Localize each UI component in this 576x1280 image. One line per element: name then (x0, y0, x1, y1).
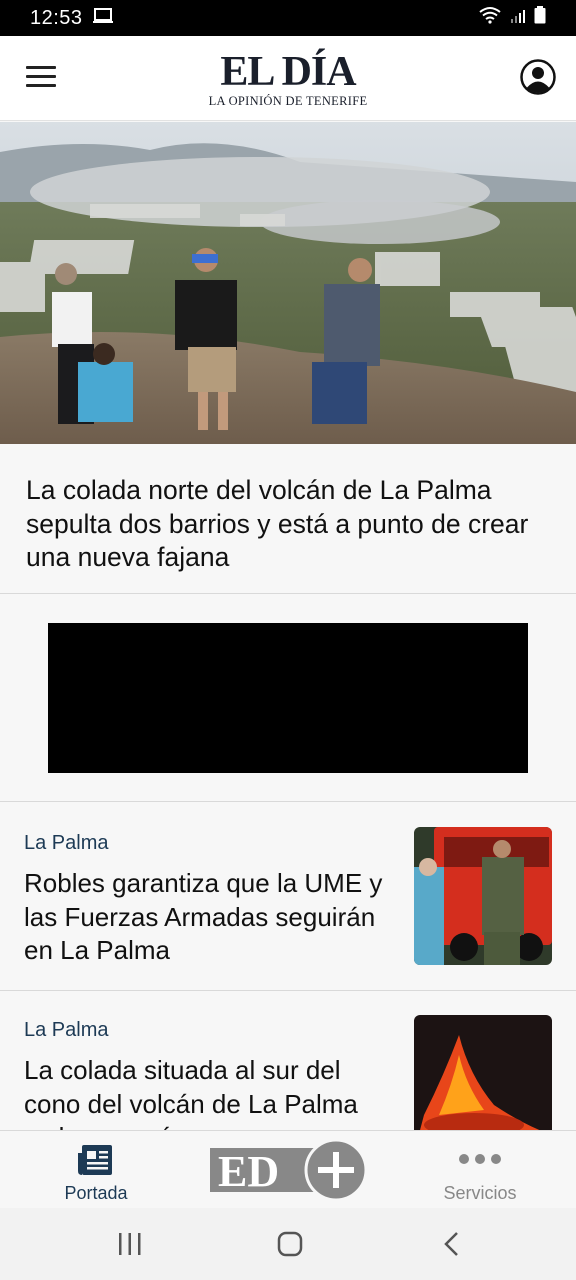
hero-headline[interactable]: La colada norte del volcán de La Palma s… (26, 474, 550, 575)
back-icon (444, 1232, 458, 1256)
article-headline[interactable]: La colada situada al sur del cono del vo… (24, 1054, 384, 1130)
user-icon (520, 59, 556, 95)
home-icon (277, 1231, 303, 1257)
account-button[interactable] (520, 59, 556, 95)
bottom-navigation: Portada ED Servicios (0, 1130, 576, 1208)
article-headline[interactable]: Robles garantiza que la UME y las Fuerza… (24, 867, 384, 968)
svg-text:ED: ED (218, 1147, 279, 1196)
volcano-photo (0, 122, 576, 444)
ad-banner[interactable] (48, 623, 528, 773)
app-header: EL DÍA LA OPINIÓN DE TENERIFE (0, 36, 576, 121)
battery-icon (534, 6, 546, 30)
wifi-icon (478, 6, 502, 30)
signal-icon (510, 7, 526, 30)
hero-image[interactable] (0, 122, 576, 444)
logo-subtitle: LA OPINIÓN DE TENERIFE (208, 94, 368, 108)
article-item[interactable]: La Palma Robles garantiza que la UME y l… (0, 802, 576, 991)
recent-apps-icon (119, 1233, 141, 1255)
nav-servicios-label: Servicios (443, 1183, 517, 1203)
system-navigation-bar (0, 1208, 576, 1280)
recent-apps-button[interactable] (110, 1228, 150, 1260)
ed-plus-logo: ED (210, 1138, 368, 1202)
nav-servicios[interactable]: Servicios (400, 1131, 560, 1209)
article-thumbnail-image (414, 827, 552, 965)
hero-article[interactable]: La colada norte del volcán de La Palma s… (0, 444, 576, 594)
screen-cast-icon (92, 7, 113, 30)
site-logo[interactable]: EL DÍA LA OPINIÓN DE TENERIFE (0, 49, 576, 109)
article-thumbnail[interactable] (414, 827, 552, 965)
ad-container (0, 594, 576, 802)
logo-title: EL DÍA (220, 49, 356, 95)
back-button[interactable] (432, 1228, 472, 1260)
ed-plus-button[interactable]: ED (210, 1138, 368, 1202)
more-dots-icon (459, 1154, 501, 1164)
article-thumbnail[interactable] (414, 1015, 552, 1130)
nav-portada[interactable]: Portada (16, 1131, 176, 1209)
article-item[interactable]: La Palma La colada situada al sur del co… (0, 991, 576, 1130)
article-thumbnail-image (414, 1015, 552, 1130)
nav-portada-label: Portada (64, 1183, 128, 1203)
status-bar: 12:53 (0, 0, 576, 36)
article-section[interactable]: La Palma (24, 1019, 109, 1042)
status-time: 12:53 (30, 6, 83, 29)
article-section[interactable]: La Palma (24, 832, 109, 855)
newspaper-icon (78, 1145, 112, 1175)
home-button[interactable] (270, 1228, 310, 1260)
